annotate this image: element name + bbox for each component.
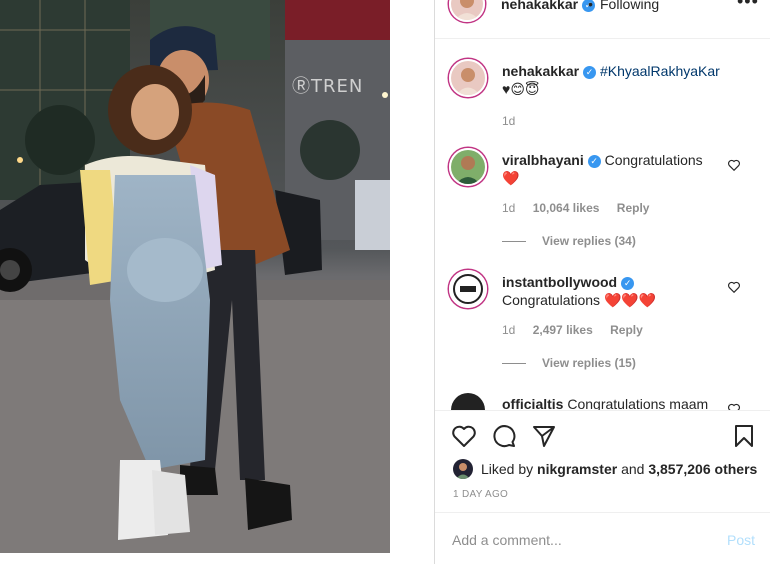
commenter-username[interactable]: instantbollywood	[502, 274, 617, 290]
reply-button[interactable]: Reply	[610, 323, 643, 337]
post-comment-button[interactable]: Post	[727, 532, 755, 548]
divider	[435, 410, 770, 411]
following-button[interactable]: Following	[600, 0, 659, 12]
post-timestamp[interactable]: 1 DAY AGO	[453, 489, 508, 500]
comment-bubble-icon[interactable]	[491, 423, 517, 449]
post-photo[interactable]: ⓇTREN	[0, 0, 390, 553]
save-bookmark-icon[interactable]	[731, 423, 757, 449]
commenter-username[interactable]: officialtis	[502, 396, 563, 410]
author-avatar[interactable]	[449, 0, 485, 22]
comment-time[interactable]: 1d	[502, 201, 515, 215]
comment-likes[interactable]: 2,497 likes	[533, 323, 593, 337]
view-replies-label[interactable]: View replies (34)	[542, 234, 636, 248]
divider	[435, 512, 770, 513]
reply-button[interactable]: Reply	[617, 201, 650, 215]
svg-text:ⓇTREN: ⓇTREN	[292, 76, 363, 97]
replies-line	[502, 363, 526, 365]
liked-by-joiner: and	[621, 461, 645, 477]
like-heart-icon[interactable]	[451, 423, 477, 449]
comment-emoji: ❤️❤️❤️	[603, 292, 657, 308]
comment-emoji: ❤️	[502, 170, 520, 186]
like-comment-heart-icon[interactable]	[727, 402, 741, 410]
like-comment-heart-icon[interactable]	[727, 158, 741, 172]
caption-emojis: ♥😊😇	[502, 81, 540, 97]
caption-meta: 1d	[502, 114, 529, 128]
comment-text: Congratulations	[502, 292, 601, 308]
author-username[interactable]: nehakakkar ✓	[501, 0, 596, 12]
view-replies-button[interactable]: View replies (34)	[502, 234, 636, 248]
verified-icon: ✓	[583, 66, 597, 79]
add-comment-input[interactable]: Add a comment...	[452, 532, 562, 548]
author-username-text[interactable]: nehakakkar	[501, 0, 578, 12]
verified-icon: ✓	[621, 277, 635, 290]
commenter-username[interactable]: viralbhayani	[502, 152, 584, 168]
separator-dot: •	[588, 0, 593, 12]
like-comment-heart-icon[interactable]	[727, 280, 741, 294]
caption-hashtag[interactable]: #KhyaalRakhyaKar	[600, 63, 720, 79]
commenter-avatar[interactable]	[451, 393, 485, 410]
share-paper-plane-icon[interactable]	[531, 423, 557, 449]
verified-icon: ✓	[587, 155, 601, 168]
comment-meta: 1d 2,497 likes Reply	[502, 323, 657, 337]
view-replies-label[interactable]: View replies (15)	[542, 356, 636, 370]
commenter-avatar[interactable]	[449, 270, 487, 308]
post-media: ⓇTREN	[0, 0, 390, 564]
comment-meta: 1d 10,064 likes Reply	[502, 201, 663, 215]
likes-count[interactable]: 3,857,206 others	[648, 461, 757, 477]
caption-username[interactable]: nehakakkar	[502, 63, 579, 79]
comment-time[interactable]: 1d	[502, 323, 515, 337]
post-header: nehakakkar ✓ • Following •••	[435, 0, 770, 39]
comment-likes[interactable]: 10,064 likes	[533, 201, 600, 215]
comment-text: Congratulations maam	[567, 396, 709, 410]
comments-list[interactable]: nehakakkar ✓ #KhyaalRakhyaKar ♥😊😇 1d vira…	[435, 40, 770, 410]
comment-text: Congratulations	[604, 152, 703, 168]
liker-avatar[interactable]	[453, 459, 473, 479]
liked-by: Liked by nikgramster and 3,857,206 other…	[453, 459, 757, 479]
replies-line	[502, 241, 526, 243]
caption-avatar[interactable]	[449, 59, 487, 97]
commenter-avatar[interactable]	[449, 148, 487, 186]
post-sidebar: nehakakkar ✓ • Following ••• nehakakkar ✓ …	[435, 0, 770, 564]
view-replies-button[interactable]: View replies (15)	[502, 356, 636, 370]
caption-time[interactable]: 1d	[502, 114, 515, 128]
liked-by-prefix: Liked by	[481, 461, 534, 477]
action-bar	[435, 420, 770, 452]
more-options-icon[interactable]: •••	[737, 0, 759, 12]
liker-username[interactable]: nikgramster	[537, 461, 617, 477]
